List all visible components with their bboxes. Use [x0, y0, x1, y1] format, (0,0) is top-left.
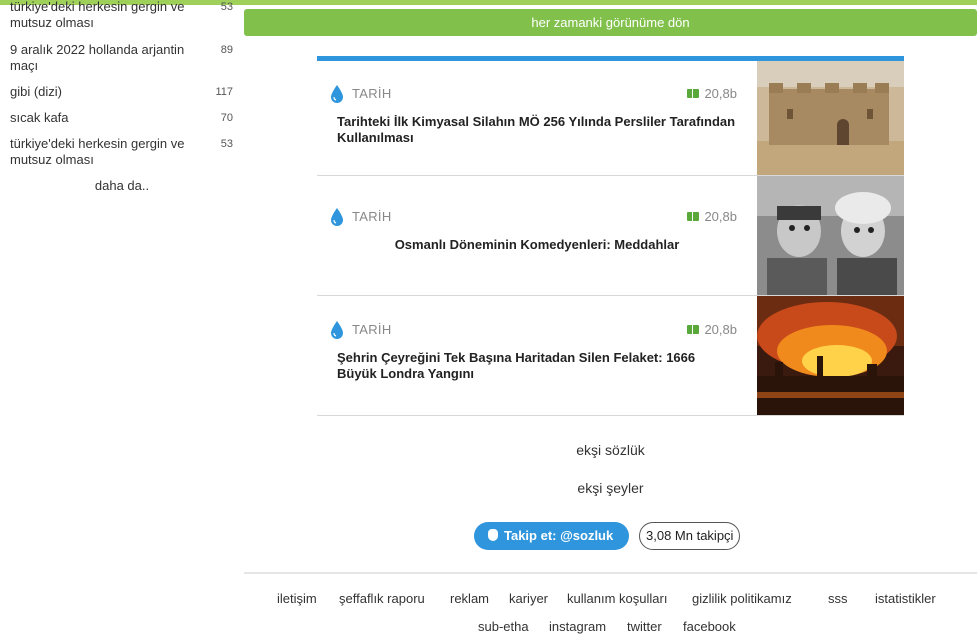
read-count-value: 20,8b	[704, 322, 737, 337]
article-card[interactable]: TARİH 20,8b Tarihteki İlk Kimyasal Silah…	[317, 61, 904, 176]
drop-icon	[331, 208, 343, 226]
footer-link[interactable]: istatistikler	[875, 591, 936, 606]
footer-link[interactable]: gizlilik politikamız	[692, 591, 792, 606]
drop-icon	[331, 85, 343, 103]
article-category[interactable]: TARİH	[352, 322, 392, 337]
footer-link[interactable]: sub-etha	[478, 619, 529, 634]
sidebar-item[interactable]: sıcak kafa 70	[10, 110, 236, 126]
sidebar-item-label: türkiye'deki herkesin gergin ve mutsuz o…	[10, 136, 185, 167]
footer-link[interactable]: instagram	[549, 619, 606, 634]
article-card[interactable]: TARİH 20,8b Osmanlı Döneminin Komedyenle…	[317, 176, 904, 296]
read-count: 20,8b	[687, 86, 737, 101]
article-thumbnail[interactable]	[757, 176, 904, 295]
footer-link[interactable]: şeffaflık raporu	[339, 591, 425, 606]
footer-link[interactable]: facebook	[683, 619, 736, 634]
article-title[interactable]: Şehrin Çeyreğini Tek Başına Haritadan Si…	[337, 350, 737, 382]
eksi-seyler-link[interactable]: ekşi şeyler	[244, 480, 977, 496]
sidebar-item-label: sıcak kafa	[10, 110, 69, 125]
footer-link[interactable]: kullanım koşulları	[567, 591, 667, 606]
sidebar-item-label: 9 aralık 2022 hollanda arjantin maçı	[10, 42, 185, 73]
drop-icon	[331, 321, 343, 339]
classic-view-button[interactable]: her zamanki görünüme dön	[244, 9, 977, 36]
article-thumbnail[interactable]	[757, 61, 904, 175]
sidebar-item-label: gibi (dizi)	[10, 84, 63, 99]
read-count-value: 20,8b	[704, 86, 737, 101]
footer-link[interactable]: twitter	[627, 619, 662, 634]
sidebar-item[interactable]: gibi (dizi) 117	[10, 84, 236, 100]
article-list: TARİH 20,8b Tarihteki İlk Kimyasal Silah…	[317, 56, 904, 416]
read-count: 20,8b	[687, 209, 737, 224]
book-icon	[687, 325, 700, 334]
book-icon	[687, 212, 700, 221]
article-title[interactable]: Tarihteki İlk Kimyasal Silahın MÖ 256 Yı…	[337, 114, 737, 146]
article-category[interactable]: TARİH	[352, 86, 392, 101]
article-title[interactable]: Osmanlı Döneminin Komedyenleri: Meddahla…	[337, 237, 737, 253]
followers-count: 3,08 Mn takipçi	[639, 522, 741, 550]
footer-link[interactable]: iletişim	[277, 591, 317, 606]
read-count-value: 20,8b	[704, 209, 737, 224]
sidebar-item-count: 70	[220, 112, 233, 124]
more-link[interactable]: daha da..	[0, 178, 244, 193]
article-thumbnail[interactable]	[757, 296, 904, 415]
follow-button[interactable]: Takip et: @sozluk	[474, 522, 630, 550]
hand-icon	[488, 529, 498, 541]
footer-divider	[244, 572, 977, 574]
book-icon	[687, 89, 700, 98]
sidebar-item[interactable]: türkiye'deki herkesin gergin ve mutsuz o…	[10, 0, 236, 31]
sidebar-item-label: türkiye'deki herkesin gergin ve mutsuz o…	[10, 0, 185, 30]
article-card[interactable]: TARİH 20,8b Şehrin Çeyreğini Tek Başına …	[317, 296, 904, 416]
sidebar-item-count: 89	[220, 44, 233, 56]
eksi-sozluk-link[interactable]: ekşi sözlük	[244, 442, 977, 458]
follow-button-label: Takip et: @sozluk	[504, 528, 614, 543]
sidebar-item-count: 53	[220, 1, 233, 13]
footer-link[interactable]: sss	[828, 591, 848, 606]
footer-link[interactable]: reklam	[450, 591, 489, 606]
sidebar-item[interactable]: 9 aralık 2022 hollanda arjantin maçı 89	[10, 42, 236, 74]
footer-link[interactable]: kariyer	[509, 591, 548, 606]
sidebar-item-count: 117	[215, 86, 233, 98]
read-count: 20,8b	[687, 322, 737, 337]
sidebar-item[interactable]: türkiye'deki herkesin gergin ve mutsuz o…	[10, 136, 236, 168]
sidebar-item-count: 53	[220, 138, 233, 150]
article-category[interactable]: TARİH	[352, 209, 392, 224]
